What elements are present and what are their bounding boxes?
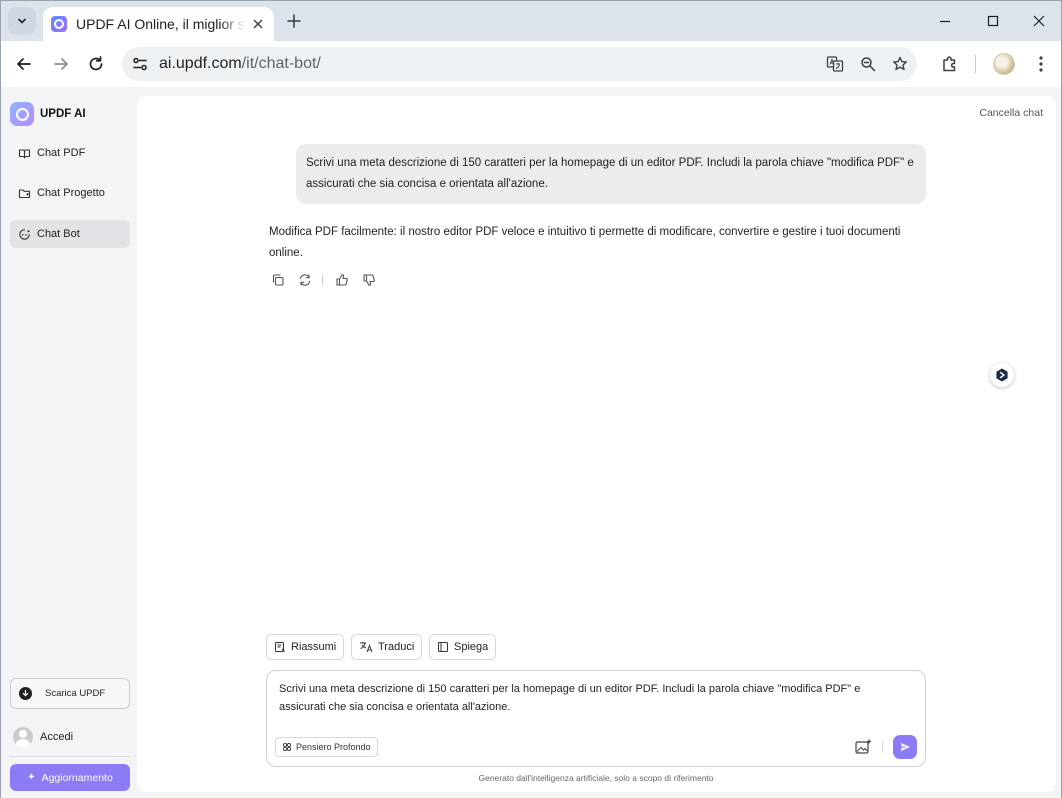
regenerate-icon: [299, 274, 311, 286]
explain-label: Spiega: [454, 641, 489, 653]
sidebar-item-chat-progetto[interactable]: Chat Progetto: [10, 179, 130, 207]
window-close-icon[interactable]: [1029, 11, 1049, 31]
send-button[interactable]: [893, 735, 917, 759]
sidebar-item-chat-pdf[interactable]: Chat PDF: [10, 139, 130, 167]
close-icon[interactable]: [250, 16, 266, 32]
url-domain: ai.updf.com: [159, 55, 242, 72]
folder-icon: [18, 188, 31, 198]
explain-button[interactable]: Spiega: [429, 634, 497, 660]
floating-assistant-button[interactable]: [990, 363, 1014, 387]
regenerate-button[interactable]: [296, 271, 314, 289]
image-upload-icon[interactable]: [853, 737, 873, 757]
login-label: Accedi: [40, 731, 74, 743]
updf-logo-icon: [10, 102, 34, 126]
sidebar-item-label: Chat PDF: [37, 147, 86, 159]
address-bar[interactable]: ai.updf.com/it/chat-bot/: [122, 47, 917, 81]
login-button[interactable]: Accedi: [13, 727, 73, 747]
extensions-puzzle-icon[interactable]: [939, 53, 961, 75]
sidebar-item-chat-bot[interactable]: Chat Bot: [10, 220, 130, 248]
composer-divider: [882, 741, 883, 753]
url-path: /it/chat-bot/: [241, 55, 321, 72]
updf-favicon-icon: [51, 16, 67, 32]
deep-think-icon: [282, 742, 292, 752]
sidebar-item-label: Chat Progetto: [37, 187, 105, 199]
page-content: UPDF AI Chat PDF Chat Progetto Chat Bot …: [1, 87, 1061, 798]
summarize-label: Riassumi: [291, 641, 337, 653]
thumbs-down-icon: [363, 274, 375, 286]
download-updf-button[interactable]: Scarica UPDF: [10, 678, 130, 709]
chevron-down-icon: [18, 18, 26, 24]
deep-think-toggle[interactable]: Pensiero Profondo: [275, 737, 378, 757]
zoom-icon[interactable]: [859, 55, 877, 73]
assistant-play-icon: [996, 368, 1008, 382]
new-tab-plus-icon[interactable]: [284, 11, 304, 31]
bookmark-star-icon[interactable]: [891, 55, 909, 73]
browser-window: UPDF AI Online, il miglior strumento di …: [0, 0, 1062, 798]
upgrade-label: Aggiornamento: [41, 771, 113, 784]
maximize-icon[interactable]: [983, 11, 1003, 31]
upgrade-button[interactable]: ✦ Aggiornamento: [10, 764, 130, 791]
back-arrow-icon[interactable]: [13, 53, 35, 75]
forward-arrow-icon[interactable]: [50, 53, 72, 75]
profile-avatar[interactable]: [993, 53, 1015, 75]
sidebar-item-label: Chat Bot: [37, 228, 80, 240]
thumbs-up-icon: [336, 274, 348, 286]
user-message: Scrivi una meta descrizione di 150 carat…: [296, 144, 926, 204]
tab-search-button[interactable]: [8, 7, 36, 35]
brand-name: UPDF AI: [40, 108, 86, 120]
sidebar-divider: [10, 756, 130, 757]
more-menu-icon[interactable]: [1030, 53, 1052, 75]
translate-page-icon[interactable]: [826, 55, 844, 73]
sidebar: UPDF AI Chat PDF Chat Progetto Chat Bot …: [1, 87, 137, 798]
browser-toolbar: ai.updf.com/it/chat-bot/: [1, 41, 1061, 87]
copy-icon: [272, 274, 284, 286]
chat-panel: Cancella chat Scrivi una meta descrizion…: [137, 96, 1056, 792]
translate-button[interactable]: Traduci: [351, 634, 423, 660]
message-input[interactable]: Scrivi una meta descrizione di 150 carat…: [279, 680, 909, 716]
message-composer[interactable]: Scrivi una meta descrizione di 150 carat…: [266, 670, 926, 767]
ai-response: Modifica PDF facilmente: il nostro edito…: [269, 226, 901, 259]
site-settings-icon[interactable]: [131, 55, 149, 73]
book-open-icon: [18, 148, 31, 159]
like-button[interactable]: [333, 271, 351, 289]
summarize-icon: [275, 642, 285, 652]
toolbar-divider: [975, 55, 976, 73]
translate-icon: [360, 642, 373, 653]
sparkle-icon: ✦: [27, 772, 36, 783]
chat-bot-icon: [19, 228, 31, 240]
send-icon: [900, 742, 910, 752]
reload-icon[interactable]: [85, 53, 107, 75]
download-label: Scarica UPDF: [45, 688, 106, 699]
explain-book-icon: [438, 642, 448, 652]
copy-button[interactable]: [269, 271, 287, 289]
translate-label: Traduci: [378, 641, 415, 653]
actions-divider: [322, 274, 323, 286]
url-text: ai.updf.com/it/chat-bot/: [159, 55, 321, 73]
browser-tab[interactable]: UPDF AI Online, il miglior strumento di …: [43, 7, 274, 41]
deep-think-label: Pensiero Profondo: [296, 742, 371, 752]
tab-title: UPDF AI Online, il miglior strumento di …: [76, 16, 246, 32]
download-icon: [19, 687, 32, 700]
minimize-icon[interactable]: [935, 11, 955, 31]
clear-chat-button[interactable]: Cancella chat: [979, 107, 1043, 119]
user-avatar-icon: [13, 727, 33, 747]
response-actions: [269, 271, 387, 289]
tab-strip: UPDF AI Online, il miglior strumento di …: [1, 1, 1061, 41]
summarize-button[interactable]: Riassumi: [266, 634, 345, 660]
dislike-button[interactable]: [360, 271, 378, 289]
ai-disclaimer: Generato dall'intelligenza artificiale, …: [478, 773, 714, 783]
brand[interactable]: UPDF AI: [10, 102, 86, 126]
